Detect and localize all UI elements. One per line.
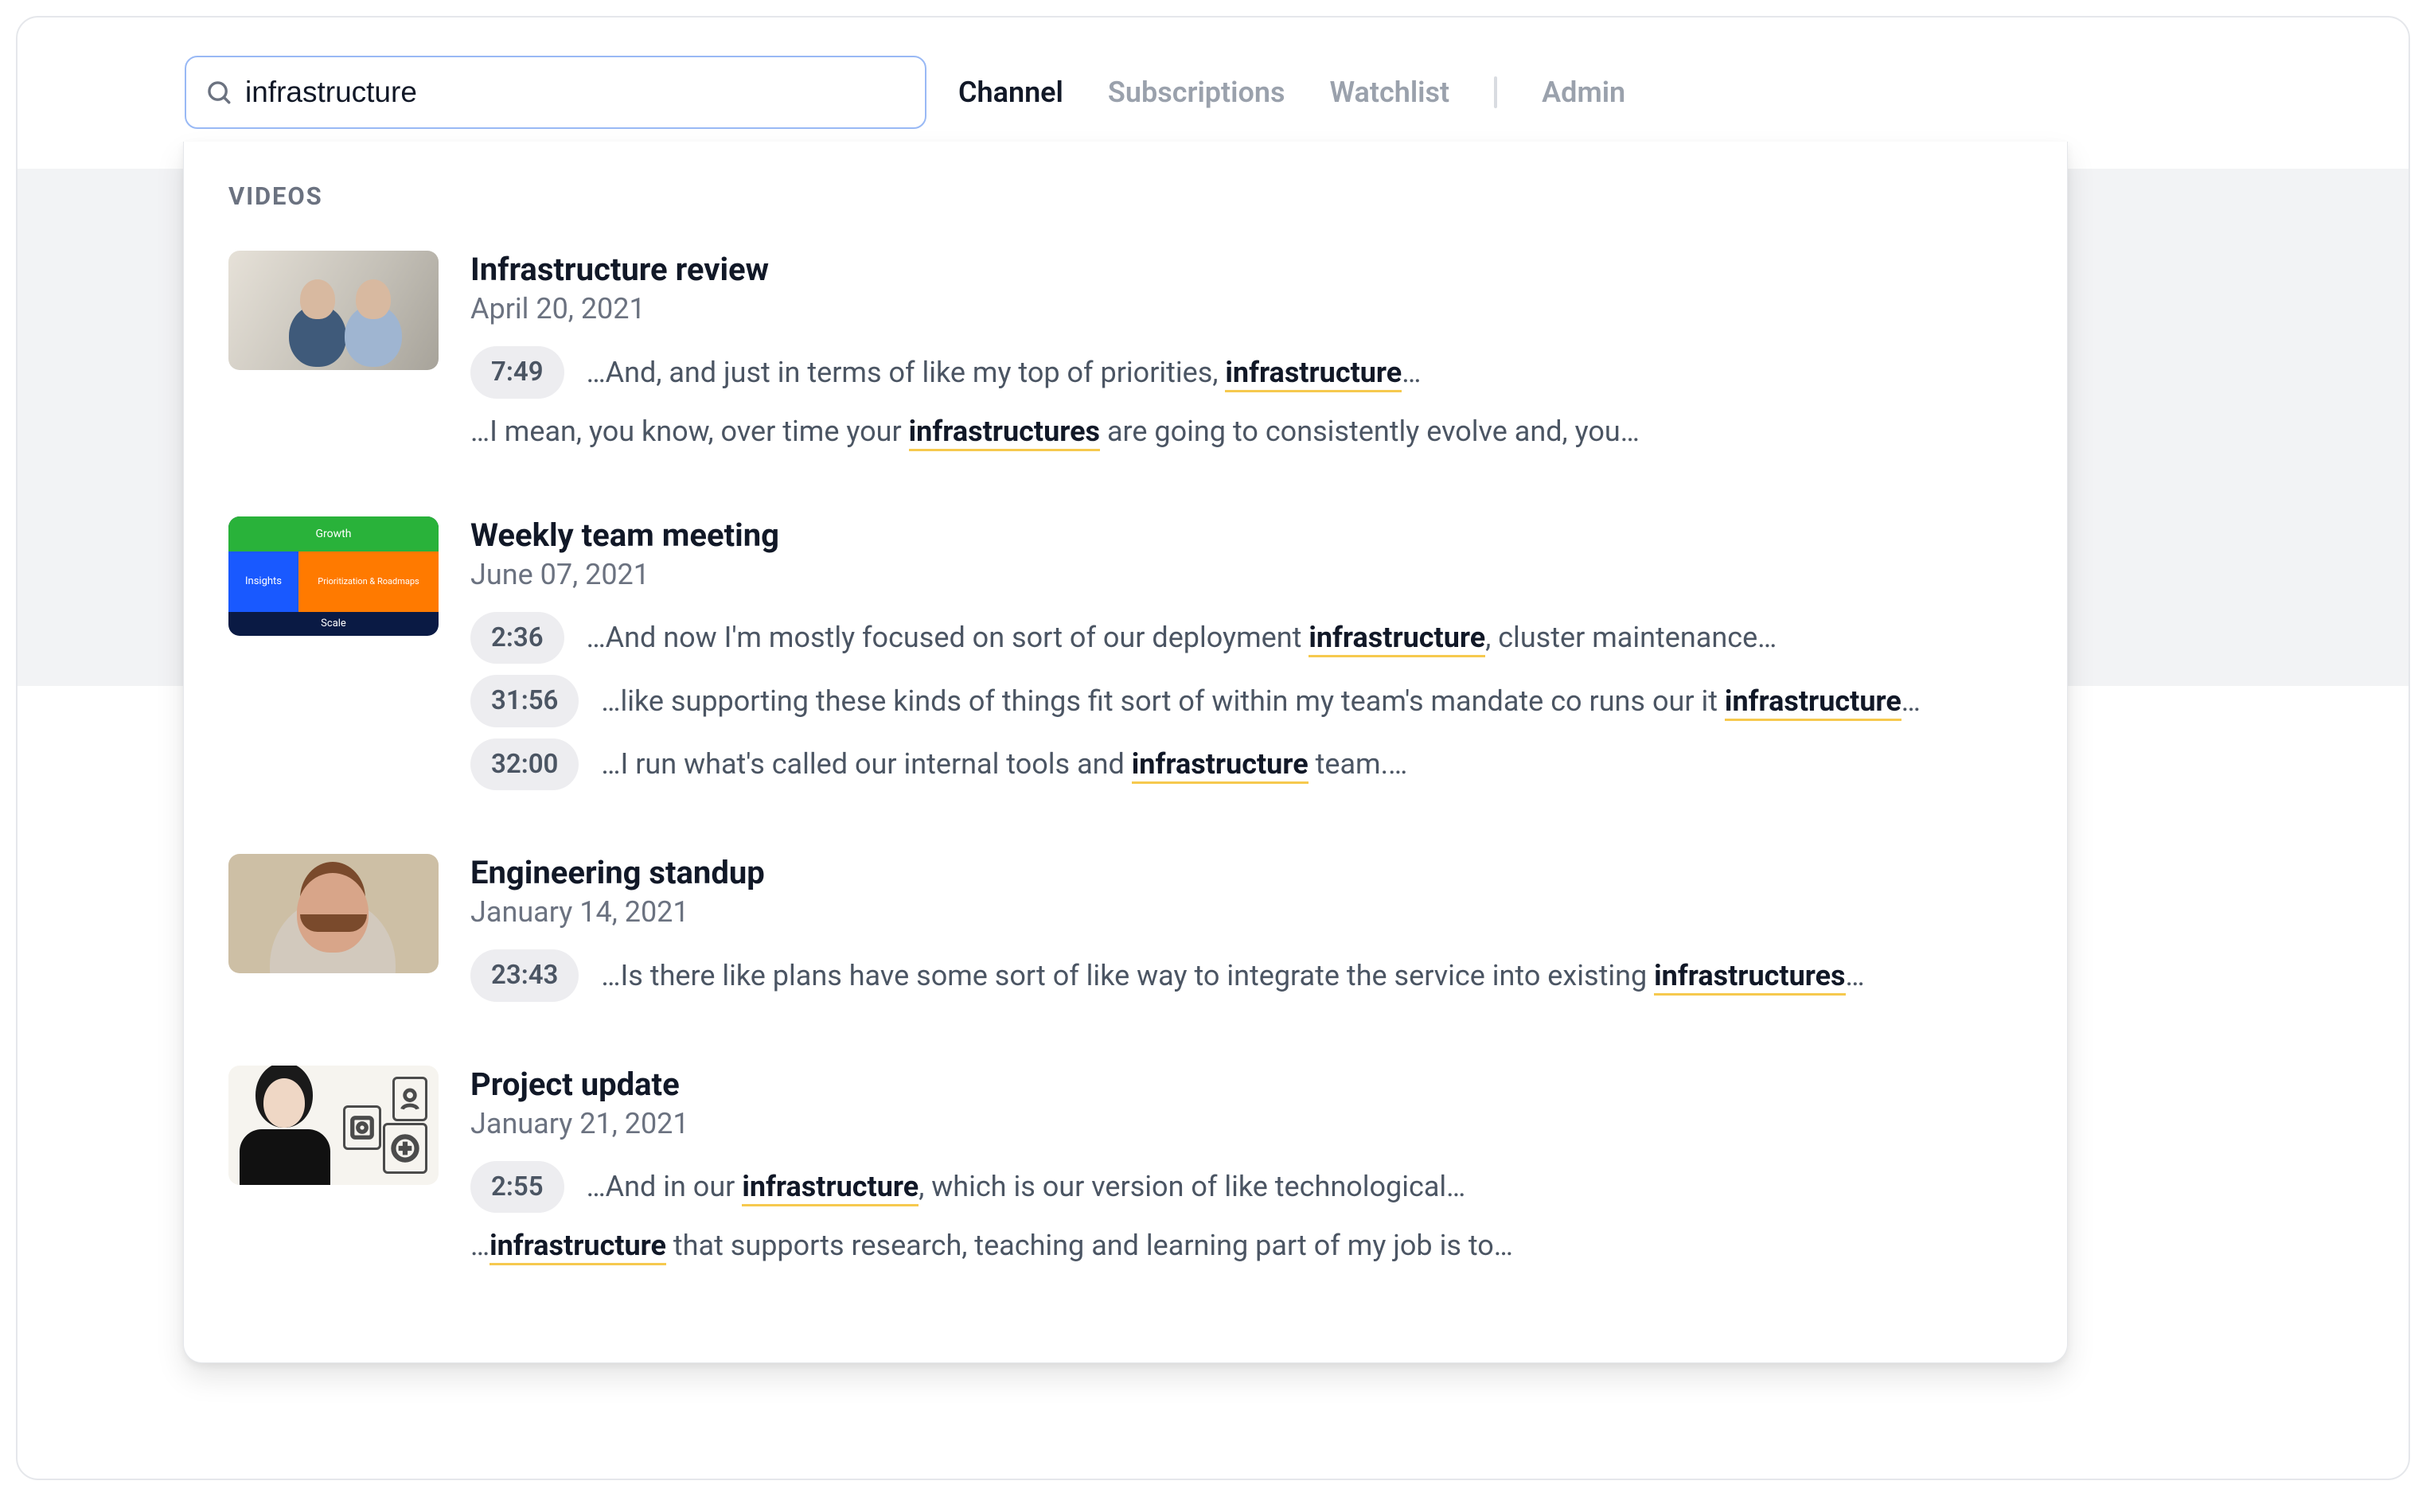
top-nav: Channel Subscriptions Watchlist Admin: [958, 76, 1625, 109]
snippet-text: …I run what's called our internal tools …: [601, 742, 2022, 785]
search-input[interactable]: [245, 76, 906, 109]
nav-separator: [1494, 76, 1497, 108]
search-field-wrap[interactable]: [185, 56, 926, 129]
snippet-text: …And now I'm mostly focused on sort of o…: [587, 616, 2022, 659]
result-body: Engineering standup January 14, 2021 23:…: [470, 854, 2022, 1013]
timestamp-pill[interactable]: 23:43: [470, 949, 579, 1002]
highlight: infrastructures: [1654, 959, 1845, 996]
result-date: January 21, 2021: [470, 1107, 2022, 1140]
snippet-pre: …And now I'm mostly focused on sort of o…: [587, 621, 1309, 654]
highlight: infrastructure: [1132, 747, 1309, 784]
transcript-snippet[interactable]: 32:00 …I run what's called our internal …: [470, 738, 2022, 791]
result-title[interactable]: Engineering standup: [470, 854, 2022, 892]
snippet-post: team.…: [1309, 747, 1408, 781]
snippet-post: that supports research, teaching and lea…: [666, 1229, 1513, 1262]
highlight: infrastructure: [1309, 621, 1485, 657]
search-icon: [205, 79, 232, 106]
timestamp-pill[interactable]: 7:49: [470, 346, 564, 399]
search-result[interactable]: Growth Insights Prioritization & Roadmap…: [184, 501, 2067, 839]
result-title[interactable]: Infrastructure review: [470, 251, 2022, 289]
snippet-text: …And, and just in terms of like my top o…: [587, 351, 2022, 394]
nav-admin[interactable]: Admin: [1542, 76, 1625, 109]
search-result[interactable]: Project update January 21, 2021 2:55 …An…: [184, 1050, 2067, 1315]
timestamp-pill[interactable]: 32:00: [470, 738, 579, 791]
video-thumbnail[interactable]: [228, 854, 439, 973]
video-thumbnail[interactable]: Growth Insights Prioritization & Roadmap…: [228, 516, 439, 636]
thumb-frame-icon: [343, 1105, 381, 1150]
highlight: infrastructure: [742, 1170, 919, 1206]
snippet-pre: …And in our: [587, 1170, 743, 1203]
snippet-pre: …like supporting these kinds of things f…: [601, 684, 1725, 718]
snippet-text: …And in our infrastructure, which is our…: [587, 1165, 2022, 1208]
thumb-label: Scale: [228, 612, 439, 636]
search-result[interactable]: Infrastructure review April 20, 2021 7:4…: [184, 235, 2067, 501]
snippet-pre: …I mean, you know, over time your: [470, 415, 909, 448]
result-body: Weekly team meeting June 07, 2021 2:36 ……: [470, 516, 2022, 802]
section-label-videos: VIDEOS: [184, 161, 2067, 235]
thumb-label: Growth: [228, 516, 439, 551]
snippet-post: …: [1402, 356, 1421, 389]
snippet-pre: …: [470, 1229, 489, 1262]
transcript-snippet[interactable]: 23:43 …Is there like plans have some sor…: [470, 949, 2022, 1002]
result-body: Project update January 21, 2021 2:55 …An…: [470, 1066, 2022, 1279]
transcript-snippet[interactable]: 31:56 …like supporting these kinds of th…: [470, 675, 2022, 727]
snippet-text: …infrastructure that supports research, …: [470, 1224, 2022, 1267]
thumb-label: Insights: [228, 551, 298, 612]
video-thumbnail[interactable]: [228, 251, 439, 370]
search-result[interactable]: Engineering standup January 14, 2021 23:…: [184, 838, 2067, 1050]
search-results-dropdown: VIDEOS Infrastructure review April 20, 2…: [183, 142, 2068, 1363]
thumb-person-icon: [236, 1074, 332, 1185]
transcript-snippet[interactable]: 2:55 …And in our infrastructure, which i…: [470, 1161, 2022, 1214]
nav-subscriptions[interactable]: Subscriptions: [1108, 76, 1285, 109]
snippet-pre: …Is there like plans have some sort of l…: [601, 959, 1654, 992]
snippet-post: , which is our version of like technolog…: [919, 1170, 1465, 1203]
result-date: April 20, 2021: [470, 292, 2022, 325]
snippet-pre: …I run what's called our internal tools …: [601, 747, 1131, 781]
result-date: January 14, 2021: [470, 895, 2022, 929]
nav-watchlist[interactable]: Watchlist: [1330, 76, 1450, 109]
result-title[interactable]: Weekly team meeting: [470, 516, 2022, 555]
snippet-post: …: [1846, 959, 1865, 992]
nav-channel[interactable]: Channel: [958, 76, 1063, 109]
timestamp-pill[interactable]: 2:55: [470, 1161, 564, 1214]
snippet-text: …Is there like plans have some sort of l…: [601, 954, 2022, 997]
top-bar: Channel Subscriptions Watchlist Admin: [185, 56, 2345, 129]
snippet-pre: …And, and just in terms of like my top o…: [587, 356, 1226, 389]
highlight: infrastructures: [909, 415, 1100, 451]
thumb-label: Prioritization & Roadmaps: [298, 551, 439, 612]
transcript-snippet[interactable]: …I mean, you know, over time your infras…: [470, 410, 2022, 453]
transcript-snippet[interactable]: 2:36 …And now I'm mostly focused on sort…: [470, 612, 2022, 664]
highlight: infrastructure: [1725, 684, 1901, 721]
highlight: infrastructure: [1225, 356, 1402, 392]
thumb-frame-icon: [383, 1123, 427, 1174]
timestamp-pill[interactable]: 2:36: [470, 612, 564, 664]
app-window: Channel Subscriptions Watchlist Admin VI…: [16, 16, 2410, 1480]
snippet-post: , cluster maintenance…: [1485, 621, 1777, 654]
result-date: June 07, 2021: [470, 558, 2022, 591]
transcript-snippet[interactable]: 7:49 …And, and just in terms of like my …: [470, 346, 2022, 399]
snippet-text: …I mean, you know, over time your infras…: [470, 410, 2022, 453]
result-title[interactable]: Project update: [470, 1066, 2022, 1104]
timestamp-pill[interactable]: 31:56: [470, 675, 579, 727]
result-body: Infrastructure review April 20, 2021 7:4…: [470, 251, 2022, 464]
transcript-snippet[interactable]: …infrastructure that supports research, …: [470, 1224, 2022, 1267]
thumb-frame-icon: [392, 1077, 427, 1121]
snippet-text: …like supporting these kinds of things f…: [601, 680, 2022, 723]
highlight: infrastructure: [489, 1229, 666, 1265]
snippet-post: are going to consistently evolve and, yo…: [1100, 415, 1640, 448]
video-thumbnail[interactable]: [228, 1066, 439, 1185]
snippet-post: …: [1901, 684, 1921, 718]
